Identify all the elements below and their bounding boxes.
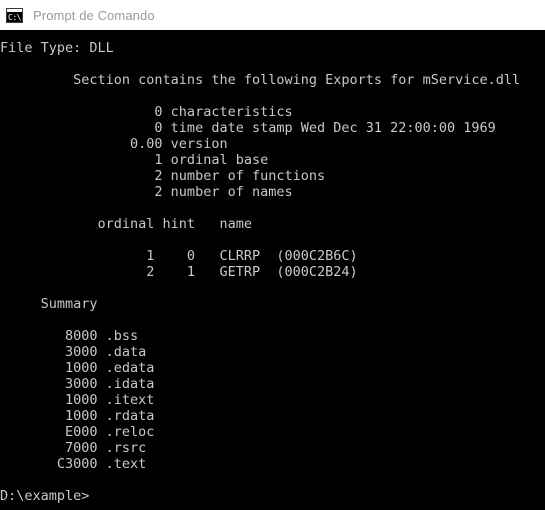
console-line: 7000 .rsrc: [0, 440, 147, 456]
window-titlebar[interactable]: C:\ Prompt de Comando: [0, 0, 545, 30]
console-line: 2 number of functions: [0, 168, 326, 184]
console-line: 2 1 GETRP (000C2B24): [0, 264, 358, 280]
console-line: 1 ordinal base: [0, 152, 269, 168]
console-line: 1000 .edata: [0, 360, 155, 376]
icon-title-strip: [7, 8, 22, 12]
console-line: 8000 .bss: [0, 328, 139, 344]
console-line: 0 characteristics: [0, 104, 293, 120]
console-line: E000 .reloc: [0, 424, 155, 440]
console-line: 3000 .data: [0, 344, 147, 360]
console-line: File Type: DLL: [0, 40, 114, 56]
console-line: C3000 .text: [0, 456, 147, 472]
console-line: 0.00 version: [0, 136, 228, 152]
icon-prompt-glyph: C:\: [8, 12, 21, 22]
console-line: 1 0 CLRRP (000C2B6C): [0, 248, 358, 264]
command-prompt-window: C:\ Prompt de Comando File Type: DLL Sec…: [0, 0, 545, 510]
console-line: ordinal hint name: [0, 216, 252, 232]
console-line: 3000 .idata: [0, 376, 155, 392]
console-line: 2 number of names: [0, 184, 293, 200]
command-prompt-icon: C:\: [6, 7, 23, 23]
console-line: 0 time date stamp Wed Dec 31 22:00:00 19…: [0, 120, 496, 136]
console-line: D:\example>: [0, 488, 90, 504]
console-line: 1000 .itext: [0, 392, 155, 408]
console-line: Section contains the following Exports f…: [0, 72, 521, 88]
console-line: Summary: [0, 296, 98, 312]
console-output-area[interactable]: File Type: DLL Section contains the foll…: [0, 30, 545, 510]
window-title: Prompt de Comando: [33, 7, 155, 23]
console-line: 1000 .rdata: [0, 408, 155, 424]
